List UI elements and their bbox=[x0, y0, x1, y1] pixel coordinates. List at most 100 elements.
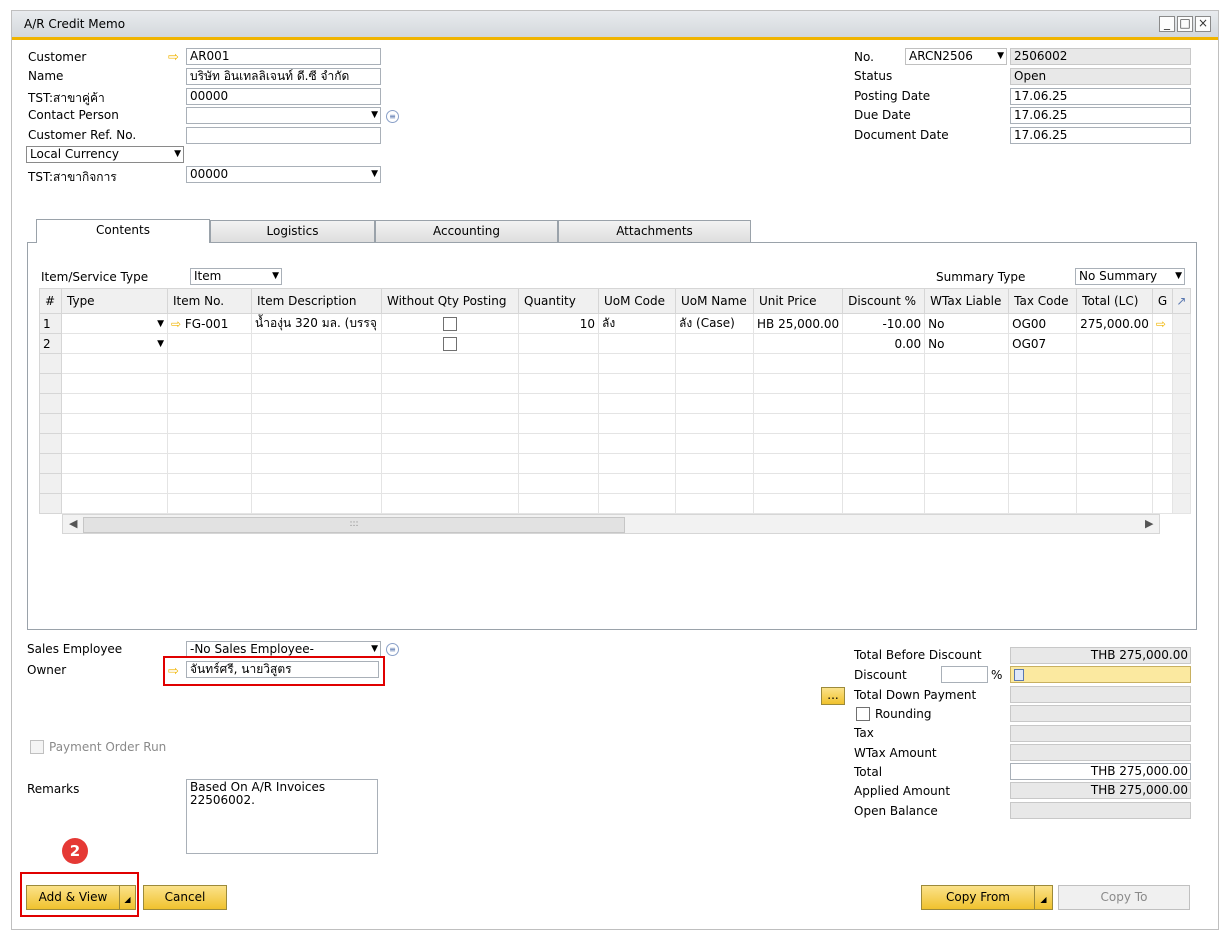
col-header-unit-price[interactable]: Unit Price bbox=[752, 288, 844, 314]
empty-cell[interactable] bbox=[1151, 413, 1173, 434]
series-select[interactable]: ARCN2506 ▼ bbox=[905, 48, 1007, 65]
table-row[interactable] bbox=[39, 373, 1191, 394]
empty-cell[interactable] bbox=[381, 453, 519, 474]
empty-cell[interactable] bbox=[61, 473, 168, 494]
empty-cell[interactable] bbox=[518, 473, 599, 494]
empty-cell[interactable] bbox=[518, 413, 599, 434]
vertical-scrollbar[interactable] bbox=[1171, 493, 1191, 514]
chevron-down-icon[interactable]: ▼ bbox=[371, 642, 378, 657]
chevron-down-icon[interactable]: ▼ bbox=[174, 147, 181, 162]
link-arrow-icon[interactable]: ⇨ bbox=[168, 51, 182, 64]
maximize-button[interactable]: □ bbox=[1177, 16, 1193, 32]
col-header-item-no[interactable]: Item No. bbox=[167, 288, 252, 314]
empty-cell[interactable] bbox=[381, 413, 519, 434]
empty-cell[interactable] bbox=[167, 413, 252, 434]
close-button[interactable]: × bbox=[1195, 16, 1211, 32]
quantity-cell[interactable] bbox=[518, 333, 599, 354]
empty-cell[interactable] bbox=[598, 453, 676, 474]
uom-code-cell[interactable]: ลัง bbox=[598, 313, 676, 334]
empty-cell[interactable] bbox=[1076, 453, 1153, 474]
without-qty-cell[interactable] bbox=[381, 333, 519, 354]
empty-cell[interactable] bbox=[518, 453, 599, 474]
empty-cell[interactable] bbox=[675, 473, 754, 494]
empty-cell[interactable] bbox=[752, 393, 844, 414]
chevron-down-icon[interactable]: ▼ bbox=[157, 339, 164, 349]
doc-number-field[interactable]: 2506002 bbox=[1010, 48, 1191, 65]
empty-cell[interactable] bbox=[1076, 393, 1153, 414]
uom-code-cell[interactable] bbox=[598, 333, 676, 354]
business-branch-select[interactable]: 00000 ▼ bbox=[186, 166, 381, 183]
document-date-field[interactable]: 17.06.25 bbox=[1010, 127, 1191, 144]
empty-cell[interactable] bbox=[598, 433, 676, 454]
empty-cell[interactable] bbox=[1151, 353, 1173, 374]
empty-cell[interactable] bbox=[675, 433, 754, 454]
empty-cell[interactable] bbox=[675, 453, 754, 474]
total-cell[interactable]: 275,000.00 bbox=[1076, 313, 1153, 334]
empty-cell[interactable] bbox=[752, 413, 844, 434]
empty-cell[interactable] bbox=[924, 433, 1010, 454]
empty-cell[interactable] bbox=[167, 493, 252, 514]
col-header-num[interactable]: # bbox=[39, 288, 62, 314]
discount-cell[interactable]: 0.00 bbox=[842, 333, 926, 354]
summary-type-select[interactable]: No Summary ▼ bbox=[1075, 268, 1185, 285]
table-row[interactable] bbox=[39, 393, 1191, 414]
unit-price-cell[interactable]: HB 25,000.00 bbox=[752, 313, 844, 334]
uom-name-cell[interactable] bbox=[675, 333, 754, 354]
empty-cell[interactable] bbox=[598, 413, 676, 434]
down-payment-ellipsis-button[interactable]: ... bbox=[821, 687, 845, 705]
empty-cell[interactable] bbox=[1151, 393, 1173, 414]
empty-cell[interactable] bbox=[381, 493, 519, 514]
empty-cell[interactable] bbox=[1008, 413, 1078, 434]
description-cell[interactable]: น้ำองุ่น 320 มล. (บรรจุ bbox=[251, 313, 382, 334]
empty-cell[interactable] bbox=[61, 373, 168, 394]
vertical-scrollbar[interactable] bbox=[1171, 393, 1191, 414]
empty-cell[interactable] bbox=[1008, 373, 1078, 394]
table-row[interactable] bbox=[39, 473, 1191, 494]
col-header-type[interactable]: Type bbox=[61, 288, 168, 314]
empty-cell[interactable] bbox=[251, 433, 382, 454]
empty-cell[interactable] bbox=[61, 353, 168, 374]
empty-cell[interactable] bbox=[675, 493, 754, 514]
empty-cell[interactable] bbox=[924, 413, 1010, 434]
empty-cell[interactable] bbox=[1151, 493, 1173, 514]
vertical-scrollbar[interactable] bbox=[1171, 333, 1191, 354]
table-row[interactable] bbox=[39, 353, 1191, 374]
cancel-button[interactable]: Cancel bbox=[143, 885, 227, 910]
empty-cell[interactable] bbox=[1008, 453, 1078, 474]
vertical-scrollbar[interactable] bbox=[1171, 473, 1191, 494]
empty-cell[interactable] bbox=[752, 353, 844, 374]
customer-branch-field[interactable]: 00000 bbox=[186, 88, 381, 105]
link-arrow-icon[interactable]: ⇨ bbox=[1151, 313, 1173, 334]
type-cell[interactable]: ▼ bbox=[61, 313, 168, 334]
chevron-down-icon[interactable]: ▼ bbox=[371, 167, 378, 182]
copy-to-button[interactable]: Copy To bbox=[1058, 885, 1190, 910]
vertical-scrollbar[interactable] bbox=[1171, 433, 1191, 454]
vertical-scrollbar[interactable] bbox=[1171, 453, 1191, 474]
empty-cell[interactable] bbox=[598, 353, 676, 374]
empty-cell[interactable] bbox=[61, 453, 168, 474]
empty-cell[interactable] bbox=[752, 373, 844, 394]
empty-cell[interactable] bbox=[1151, 433, 1173, 454]
empty-cell[interactable] bbox=[598, 393, 676, 414]
item-no-cell[interactable] bbox=[167, 333, 252, 354]
payment-order-checkbox[interactable] bbox=[30, 740, 44, 754]
description-cell[interactable] bbox=[251, 333, 382, 354]
table-row[interactable]: 2 ▼ 0.00 No OG07 bbox=[39, 333, 1191, 354]
empty-cell[interactable] bbox=[518, 353, 599, 374]
empty-cell[interactable] bbox=[1076, 493, 1153, 514]
empty-cell[interactable] bbox=[61, 493, 168, 514]
col-header-quantity[interactable]: Quantity bbox=[518, 288, 599, 314]
empty-cell[interactable] bbox=[842, 393, 926, 414]
empty-cell[interactable] bbox=[842, 433, 926, 454]
table-row[interactable] bbox=[39, 493, 1191, 514]
empty-cell[interactable] bbox=[1151, 473, 1173, 494]
empty-cell[interactable] bbox=[1008, 433, 1078, 454]
copy-from-dropdown[interactable]: ◢ bbox=[1034, 885, 1053, 910]
discount-percent-field[interactable] bbox=[941, 666, 988, 683]
without-qty-checkbox[interactable] bbox=[443, 336, 457, 351]
empty-cell[interactable] bbox=[167, 473, 252, 494]
item-no-cell[interactable]: ⇨ FG-001 bbox=[167, 313, 252, 334]
item-type-select[interactable]: Item ▼ bbox=[190, 268, 282, 285]
chevron-down-icon[interactable]: ▼ bbox=[997, 49, 1004, 64]
vertical-scrollbar[interactable] bbox=[1171, 373, 1191, 394]
